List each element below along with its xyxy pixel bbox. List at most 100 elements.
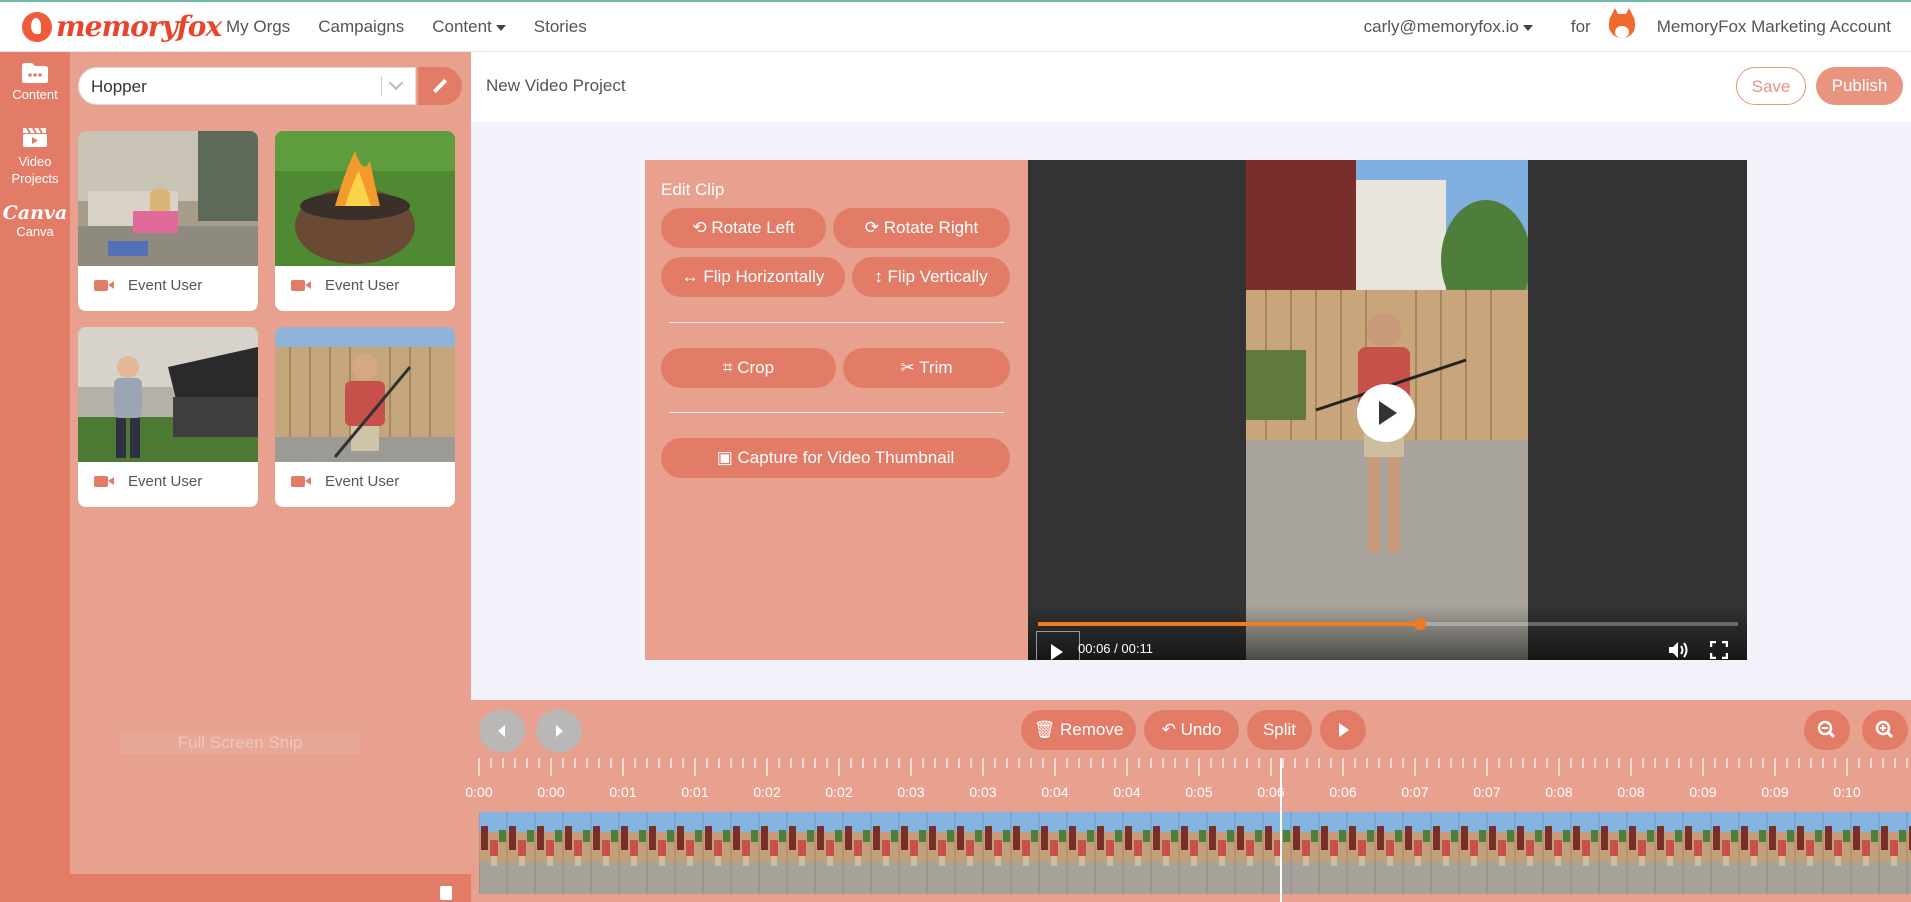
video-camera-icon xyxy=(94,476,114,487)
split-button[interactable]: Split xyxy=(1247,710,1312,750)
publish-button[interactable]: Publish xyxy=(1816,67,1903,105)
filmstrip-frame xyxy=(1878,812,1907,894)
ghost-snip-text: Full Screen Snip xyxy=(120,732,360,754)
nav-campaigns[interactable]: Campaigns xyxy=(318,17,404,37)
media-card-caption: Event User xyxy=(94,473,202,490)
ruler-tick-label: 0:00 xyxy=(465,784,493,800)
video-player[interactable]: 00:06 / 00:11 xyxy=(1028,160,1747,660)
progress-knob[interactable] xyxy=(1413,618,1426,630)
edit-clip-panel: Edit Clip ⟲ Rotate Left ⟳ Rotate Right ↔… xyxy=(645,160,1028,660)
edit-clip-title: Edit Clip xyxy=(661,180,725,199)
caret-left-icon xyxy=(498,725,505,737)
filmstrip-frame xyxy=(1850,812,1879,894)
media-library-panel: Event User Event User Event User xyxy=(70,52,471,874)
play-button[interactable] xyxy=(1036,631,1080,660)
trim-button[interactable]: ✂ Trim xyxy=(843,348,1010,388)
rotate-right-button[interactable]: ⟳ Rotate Right xyxy=(833,208,1010,248)
ruler-tick-label: 0:04 xyxy=(1113,784,1141,800)
filmstrip-frame xyxy=(814,812,843,894)
zoom-out-button[interactable] xyxy=(1804,710,1850,750)
for-label: for xyxy=(1570,17,1591,36)
filmstrip-frame xyxy=(1122,812,1151,894)
fullscreen-icon[interactable] xyxy=(1710,641,1728,659)
capture-thumbnail-button[interactable]: ▣ Capture for Video Thumbnail xyxy=(661,438,1010,478)
ruler-tick-label: 0:03 xyxy=(969,784,997,800)
ruler-tick-label: 0:06 xyxy=(1329,784,1357,800)
timeline-play-button[interactable] xyxy=(1320,710,1366,750)
zoom-in-button[interactable] xyxy=(1862,710,1908,750)
flip-vertical-button[interactable]: ↕ Flip Vertically xyxy=(852,257,1010,297)
icon-sidebar: Content Video Projects Canva Canva xyxy=(0,52,70,902)
canva-logo: Canva xyxy=(2,202,68,224)
filmstrip-frame xyxy=(1682,812,1711,894)
filmstrip-frame xyxy=(702,812,731,894)
next-clip-button[interactable] xyxy=(536,710,582,752)
sidebar-item-video-projects[interactable]: Video Projects xyxy=(0,126,70,187)
filmstrip-frame xyxy=(954,812,983,894)
ruler-tick-label: 0:02 xyxy=(825,784,853,800)
memoryfox-logo[interactable]: memoryfox xyxy=(22,10,222,43)
ruler-tick-label: 0:02 xyxy=(753,784,781,800)
volume-icon[interactable] xyxy=(1668,641,1690,659)
rotate-left-button[interactable]: ⟲ Rotate Left xyxy=(661,208,826,248)
clip-filmstrip[interactable] xyxy=(479,812,1911,894)
progress-bar[interactable] xyxy=(1038,618,1738,630)
filmstrip-frame xyxy=(1486,812,1515,894)
sidebar-item-canva[interactable]: Canva Canva xyxy=(0,202,70,239)
prev-clip-button[interactable] xyxy=(479,710,525,752)
button-label: Undo xyxy=(1180,720,1222,739)
filmstrip-frame xyxy=(1822,812,1851,894)
caret-down-icon xyxy=(495,24,506,31)
ruler-tick-label: 0:08 xyxy=(1617,784,1645,800)
player-controls: 00:06 / 00:11 xyxy=(1028,605,1747,660)
media-card[interactable]: Event User xyxy=(275,327,455,507)
trash-icon: 🗑︎ xyxy=(1033,720,1060,739)
button-label: Rotate Right xyxy=(883,218,979,237)
remove-button[interactable]: 🗑︎ Remove xyxy=(1021,710,1136,750)
filmstrip-frame xyxy=(786,812,815,894)
filmstrip-frame xyxy=(1346,812,1375,894)
progress-fill xyxy=(1038,622,1420,626)
editor-area: New Video Project Save Publish Edit Clip… xyxy=(471,52,1911,700)
flip-horizontal-button[interactable]: ↔ Flip Horizontally xyxy=(661,257,845,297)
filmstrip-frame xyxy=(479,812,507,894)
library-footer xyxy=(70,874,471,902)
chevron-down-icon[interactable] xyxy=(388,75,404,91)
nav-my-orgs[interactable]: My Orgs xyxy=(226,17,290,37)
time-ruler[interactable]: 0:00 0:00 0:01 0:01 0:02 0:02 0:03 0:03 0:04 0:04… xyxy=(465,758,1911,800)
crop-button[interactable]: ⌗ Crop xyxy=(661,348,836,388)
filmstrip-frame xyxy=(1514,812,1543,894)
user-menu[interactable]: carly@memoryfox.io xyxy=(1364,17,1533,37)
media-card[interactable]: Event User xyxy=(275,131,455,311)
folder-select[interactable] xyxy=(78,67,416,106)
account-area: carly@memoryfox.io for MemoryFox Marketi… xyxy=(1364,2,1891,52)
filmstrip-frame xyxy=(646,812,675,894)
top-nav-bar: memoryfox My Orgs Campaigns Content Stor… xyxy=(0,0,1911,52)
filmstrip-frame xyxy=(562,812,591,894)
edit-folder-button[interactable] xyxy=(418,67,462,105)
save-button[interactable]: Save xyxy=(1736,67,1806,105)
org-name[interactable]: MemoryFox Marketing Account xyxy=(1657,17,1891,37)
folder-select-input[interactable] xyxy=(89,68,363,106)
button-label: Flip Vertically xyxy=(887,267,988,286)
play-icon xyxy=(1339,723,1349,737)
ruler-tick-label: 0:10 xyxy=(1833,784,1861,800)
filmstrip-frame xyxy=(1402,812,1431,894)
big-play-button[interactable] xyxy=(1357,384,1415,442)
media-card[interactable]: Event User xyxy=(78,131,258,311)
filmstrip-frame xyxy=(1794,812,1823,894)
undo-button[interactable]: ↶ Undo xyxy=(1144,710,1239,750)
trash-icon[interactable] xyxy=(440,886,452,900)
filmstrip-frame xyxy=(1318,812,1347,894)
ruler-tick-label: 0:00 xyxy=(537,784,565,800)
nav-stories[interactable]: Stories xyxy=(534,17,587,37)
video-thumbnail xyxy=(275,327,455,462)
media-card[interactable]: Event User xyxy=(78,327,258,507)
button-label: Crop xyxy=(737,358,775,377)
playhead[interactable] xyxy=(1280,758,1282,902)
project-title[interactable]: New Video Project xyxy=(486,76,626,96)
fox-logo-icon xyxy=(22,11,52,42)
media-card-caption: Event User xyxy=(291,473,399,490)
sidebar-item-content[interactable]: Content xyxy=(0,62,70,102)
nav-content-dropdown[interactable]: Content xyxy=(432,17,506,37)
